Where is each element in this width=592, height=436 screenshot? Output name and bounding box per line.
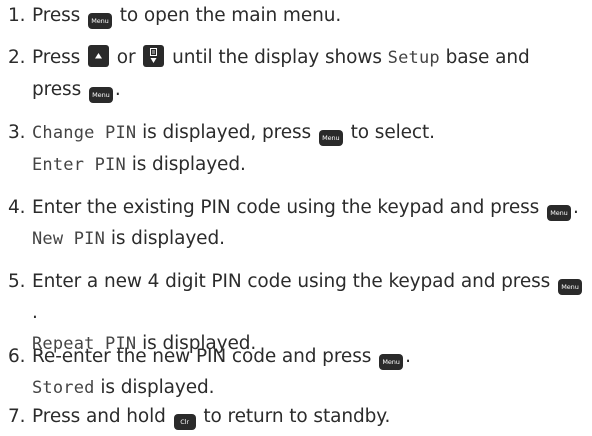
step-number: 4.: [8, 197, 26, 218]
step-3: 3. Change PIN is displayed, press Menu t…: [8, 117, 588, 181]
step-text: is displayed.: [131, 154, 246, 175]
step-text: .: [405, 346, 411, 367]
step-text: or: [116, 47, 136, 68]
up-arrow-key-icon: [87, 45, 109, 67]
step-text: is displayed, press: [142, 122, 312, 143]
step-number: 3.: [8, 122, 26, 143]
display-text: Change PIN: [32, 123, 137, 143]
step-6: 6. Re-enter the new PIN code and press M…: [8, 341, 588, 404]
menu-key-icon: Menu: [379, 354, 404, 370]
up-arrow-glyph: [94, 53, 102, 59]
clear-key-icon: Clr: [173, 414, 196, 430]
step-number: 2.: [8, 47, 26, 68]
step-text: base and: [445, 47, 530, 68]
step-number: 5.: [8, 271, 26, 292]
step-2: 2. Press or until the display shows Setu…: [8, 42, 588, 105]
display-text: Enter PIN: [32, 155, 126, 175]
step-text: is displayed.: [100, 377, 215, 398]
step-text: Press: [32, 5, 81, 26]
step-7: 7. Press and hold Clr to return to stand…: [8, 401, 588, 432]
step-number: 6.: [8, 346, 26, 367]
step-text: to select.: [350, 122, 435, 143]
down-phonebook-key-icon: [143, 45, 165, 67]
display-text: New PIN: [32, 229, 106, 249]
step-text: to return to standby.: [203, 406, 391, 427]
step-text: Enter a new 4 digit PIN code using the k…: [32, 271, 551, 292]
menu-key-icon: Menu: [88, 87, 113, 103]
menu-key-icon: Menu: [87, 13, 112, 29]
step-4: 4. Enter the existing PIN code using the…: [8, 192, 588, 255]
menu-key-icon: Menu: [558, 279, 582, 295]
menu-key-icon: Menu: [318, 130, 343, 146]
step-text: until the display shows: [172, 47, 382, 68]
step-text: Press: [32, 47, 81, 68]
display-text: Setup: [387, 48, 440, 68]
step-text: .: [572, 197, 579, 218]
step-text: to open the main menu.: [119, 5, 342, 26]
step-text: .: [114, 79, 121, 100]
step-text: Re-enter the new PIN code and press: [32, 346, 372, 367]
step-number: 1.: [8, 5, 26, 26]
step-text: is displayed.: [110, 228, 225, 249]
step-text: Enter the existing PIN code using the ke…: [32, 197, 540, 218]
step-text: Press and hold: [32, 406, 166, 427]
step-1: 1. Press Menu to open the main menu.: [8, 0, 588, 31]
step-text: .: [32, 302, 38, 323]
display-text: Stored: [32, 378, 95, 398]
step-text: press: [32, 79, 82, 100]
menu-key-icon: Menu: [546, 205, 571, 221]
down-phonebook-glyph: [150, 48, 158, 63]
step-number: 7.: [8, 406, 26, 427]
